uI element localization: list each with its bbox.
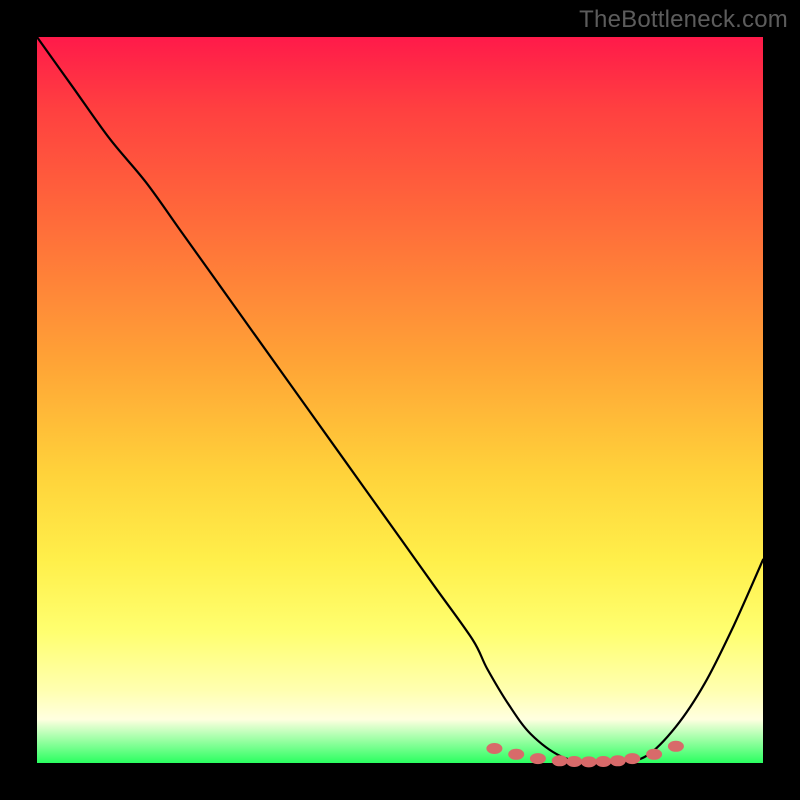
flat-zone-dot <box>646 749 662 760</box>
flat-zone-dot <box>508 749 524 760</box>
flat-zone-dot <box>610 755 626 766</box>
flat-zone-dot <box>581 756 597 767</box>
flat-zone-dot <box>595 756 611 767</box>
watermark-text: TheBottleneck.com <box>579 6 788 34</box>
plot-area <box>37 37 763 763</box>
flat-zone-dot <box>486 743 502 754</box>
chart-frame: TheBottleneck.com <box>0 0 800 800</box>
flat-zone-dot <box>530 753 546 764</box>
flat-zone-dot <box>668 741 684 752</box>
flat-zone-dots <box>486 741 684 768</box>
curve-layer <box>37 37 763 763</box>
bottleneck-curve-path <box>37 37 763 764</box>
flat-zone-dot <box>566 756 582 767</box>
flat-zone-dot <box>624 753 640 764</box>
flat-zone-dot <box>552 755 568 766</box>
